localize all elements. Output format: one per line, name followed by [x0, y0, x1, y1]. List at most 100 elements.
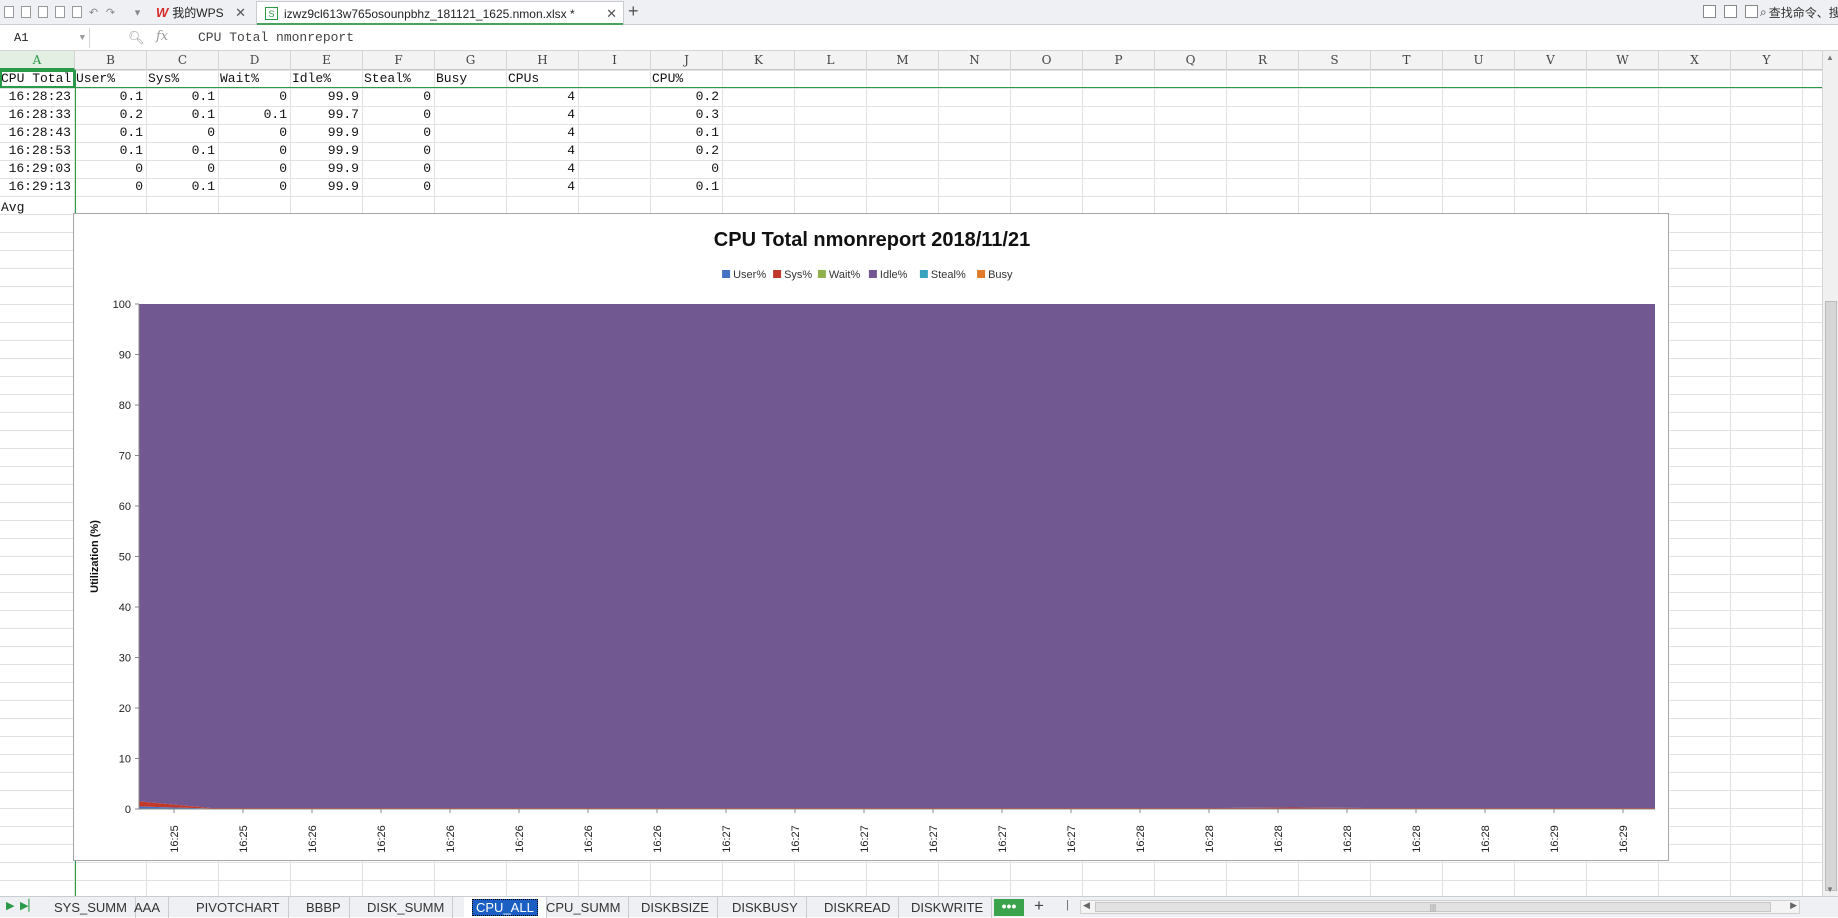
table-cell[interactable]: 0	[219, 124, 291, 142]
table-cell[interactable]: 0.1	[147, 178, 219, 196]
column-header-b[interactable]: B	[75, 51, 147, 70]
print-icon[interactable]	[51, 4, 68, 20]
chevron-down-icon[interactable]: ▼	[80, 28, 85, 48]
column-header-p[interactable]: P	[1083, 51, 1155, 70]
table-cell[interactable]: 0.1	[147, 88, 219, 106]
save-icon[interactable]	[34, 4, 51, 20]
sheet-tab-diskread[interactable]: DISKREAD	[816, 897, 900, 918]
table-cell[interactable]: 16:29:03	[0, 160, 75, 178]
minimize-window-icon[interactable]	[1745, 5, 1758, 18]
more-sheets-button[interactable]: •••	[994, 899, 1024, 916]
horizontal-scroll-thumb[interactable]: |||	[1095, 902, 1771, 912]
column-header-n[interactable]: N	[939, 51, 1011, 70]
table-cell[interactable]: 4	[507, 124, 579, 142]
header-cell[interactable]: Steal%	[363, 70, 435, 88]
prev-sheet-icon[interactable]: ▶	[6, 899, 14, 912]
vertical-scroll-thumb[interactable]	[1825, 301, 1837, 891]
table-cell[interactable]: 0.1	[147, 106, 219, 124]
column-header-g[interactable]: G	[435, 51, 507, 70]
table-cell[interactable]: 99.9	[291, 142, 363, 160]
table-cell[interactable]: 4	[507, 88, 579, 106]
table-cell[interactable]: 0	[147, 160, 219, 178]
column-header-v[interactable]: V	[1515, 51, 1587, 70]
table-cell[interactable]: 16:28:43	[0, 124, 75, 142]
table-cell[interactable]: 0	[363, 142, 435, 160]
table-cell[interactable]: 0	[75, 178, 147, 196]
table-cell[interactable]: 99.9	[291, 88, 363, 106]
table-cell[interactable]: 0	[363, 88, 435, 106]
table-cell[interactable]: 0	[219, 160, 291, 178]
column-header-c[interactable]: C	[147, 51, 219, 70]
table-cell[interactable]: 16:28:33	[0, 106, 75, 124]
sheet-tab-pivotchart[interactable]: PIVOTCHART	[188, 897, 289, 918]
table-cell[interactable]: 99.9	[291, 178, 363, 196]
table-cell[interactable]: 0	[219, 178, 291, 196]
header-cell[interactable]: Idle%	[291, 70, 363, 88]
table-cell[interactable]: 4	[507, 160, 579, 178]
cpu-total-chart[interactable]: CPU Total nmonreport 2018/11/21 User% Sys%…	[73, 213, 1669, 861]
scroll-left-icon[interactable]: ◀	[1083, 900, 1090, 911]
formula-input[interactable]: CPU Total nmonreport	[198, 28, 354, 48]
column-header-s[interactable]: S	[1299, 51, 1371, 70]
sheet-tab-cpu-summ[interactable]: CPU_SUMM	[538, 897, 630, 918]
table-cell[interactable]: 0	[363, 178, 435, 196]
table-cell[interactable]: 4	[507, 178, 579, 196]
table-cell[interactable]: 0	[147, 124, 219, 142]
new-file-icon[interactable]	[0, 4, 17, 20]
table-cell[interactable]: 0.1	[219, 106, 291, 124]
column-header-f[interactable]: F	[363, 51, 435, 70]
horizontal-scrollbar[interactable]: ◀ ||| ▶	[1080, 900, 1800, 914]
table-cell[interactable]: 16:29:13	[0, 178, 75, 196]
column-header-k[interactable]: K	[723, 51, 795, 70]
tab-workbook[interactable]: S izwz9cl613w765osounpbhz_181121_1625.nm…	[256, 1, 624, 25]
table-cell[interactable]: 0	[219, 88, 291, 106]
sheet-tab-cpu-all[interactable]: CPU_ALL	[464, 897, 547, 918]
table-cell[interactable]: 0.1	[75, 142, 147, 160]
close-icon[interactable]: ✕	[235, 5, 246, 21]
name-box[interactable]: A1 ▼	[0, 28, 90, 48]
tab-my-wps[interactable]: W 我的WPS ✕	[152, 2, 252, 23]
column-header-o[interactable]: O	[1011, 51, 1083, 70]
table-cell[interactable]: 0.1	[651, 178, 723, 196]
table-cell[interactable]: 4	[507, 106, 579, 124]
table-cell[interactable]: 16:28:23	[0, 88, 75, 106]
column-header-e[interactable]: E	[291, 51, 363, 70]
table-cell[interactable]: 0.1	[75, 88, 147, 106]
column-header-m[interactable]: M	[867, 51, 939, 70]
add-sheet-button[interactable]: +	[1034, 896, 1044, 916]
header-cell[interactable]: CPU%	[651, 70, 723, 88]
sheet-tab-diskbusy[interactable]: DISKBUSY	[724, 897, 807, 918]
dropdown-icon[interactable]: ▾	[129, 4, 146, 20]
print-preview-icon[interactable]	[68, 4, 85, 20]
vertical-scrollbar[interactable]: ▲ ▼	[1822, 51, 1838, 896]
undo-icon[interactable]: ↶	[85, 4, 102, 20]
column-header-i[interactable]: I	[579, 51, 651, 70]
column-header-t[interactable]: T	[1371, 51, 1443, 70]
table-cell[interactable]: 4	[507, 142, 579, 160]
table-cell[interactable]: 0	[75, 160, 147, 178]
layout-icon[interactable]	[1724, 5, 1737, 18]
table-cell[interactable]: 0	[363, 160, 435, 178]
open-file-icon[interactable]	[17, 4, 34, 20]
new-tab-button[interactable]: +	[628, 1, 639, 22]
column-header-j[interactable]: J	[651, 51, 723, 70]
sheet-tab-diskbsize[interactable]: DISKBSIZE	[633, 897, 718, 918]
table-cell[interactable]: 0	[363, 124, 435, 142]
table-cell[interactable]: 0.2	[75, 106, 147, 124]
column-header-u[interactable]: U	[1443, 51, 1515, 70]
sheet-tab-diskwrite[interactable]: DISKWRITE	[903, 897, 993, 918]
table-cell[interactable]: 0	[651, 160, 723, 178]
table-cell[interactable]: 99.7	[291, 106, 363, 124]
table-cell[interactable]: 0	[363, 106, 435, 124]
header-cell[interactable]: CPU Total	[0, 70, 75, 88]
header-cell[interactable]: CPUs	[507, 70, 579, 88]
header-cell[interactable]: Wait%	[219, 70, 291, 88]
table-cell[interactable]: 99.9	[291, 160, 363, 178]
table-cell[interactable]: 0.1	[651, 124, 723, 142]
sheet-tab-aaa[interactable]: AAA	[126, 897, 170, 918]
scroll-up-icon[interactable]: ▲	[1826, 53, 1834, 62]
function-icon[interactable]: fx	[156, 29, 168, 44]
header-cell[interactable]: Busy	[435, 70, 507, 88]
column-header-h[interactable]: H	[507, 51, 579, 70]
column-header-d[interactable]: D	[219, 51, 291, 70]
